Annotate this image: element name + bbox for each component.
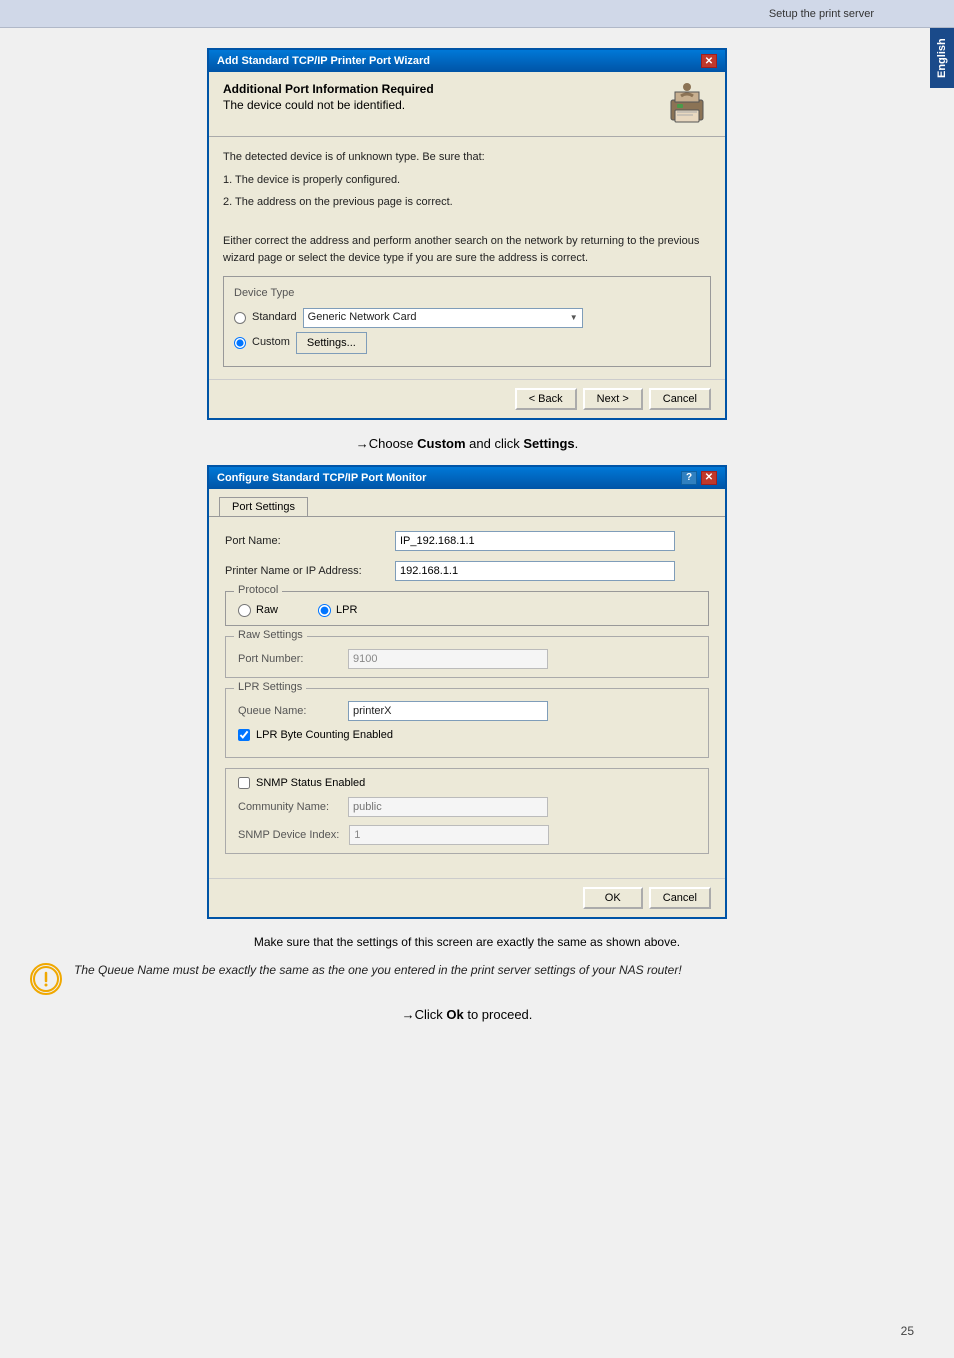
next-button[interactable]: Next > [583,388,643,410]
wizard-title: Add Standard TCP/IP Printer Port Wizard [217,55,430,67]
wizard-body: The detected device is of unknown type. … [209,137,725,379]
wizard-body-para: Either correct the address and perform a… [223,233,711,266]
protocol-radio-group: Raw LPR [238,600,696,617]
snmp-enabled-row: SNMP Status Enabled [238,777,696,789]
lpr-radio-item: LPR [318,604,357,617]
config-footer: OK Cancel [209,878,725,917]
lpr-byte-counting-row: LPR Byte Counting Enabled [238,729,696,741]
queue-name-input[interactable] [348,701,548,721]
wizard-body-line3: 2. The address on the previous page is c… [223,194,711,211]
snmp-index-label: SNMP Device Index: [238,829,339,841]
port-number-input[interactable] [348,649,548,669]
snmp-index-input[interactable] [349,825,549,845]
queue-name-label: Queue Name: [238,705,338,717]
config-dialog: Configure Standard TCP/IP Port Monitor ?… [207,465,727,919]
device-type-section: Device Type Standard Generic Network Car… [223,276,711,367]
wizard-header-text: Additional Port Information Required The… [223,82,434,112]
arrow1-icon: → [356,436,369,451]
ok-button[interactable]: OK [583,887,643,909]
wizard-dialog: Add Standard TCP/IP Printer Port Wizard … [207,48,727,420]
wizard-titlebar: Add Standard TCP/IP Printer Port Wizard … [209,50,725,72]
custom-radio-row: Custom Settings... [234,332,700,354]
note-text: The Queue Name must be exactly the same … [74,961,682,979]
lpr-byte-counting-checkbox[interactable] [238,729,250,741]
device-type-label: Device Type [234,285,700,302]
lpr-settings-section: LPR Settings Queue Name: LPR Byte Counti… [225,688,709,758]
wizard-header-subtitle: The device could not be identified. [223,98,434,112]
note-icon [30,963,62,995]
protocol-section: Protocol Raw LPR [225,591,709,626]
lpr-settings-legend: LPR Settings [234,681,306,693]
raw-radio[interactable] [238,604,251,617]
instruction3: →Click Ok to proceed. [30,1007,904,1022]
config-body: Port Name: Printer Name or IP Address: P… [209,517,725,878]
community-name-row: Community Name: [238,797,696,817]
wizard-footer: < Back Next > Cancel [209,379,725,418]
side-tab: English [930,28,954,88]
printer-name-input[interactable] [395,561,675,581]
lpr-radio[interactable] [318,604,331,617]
port-number-label: Port Number: [238,653,338,665]
raw-settings-legend: Raw Settings [234,629,307,641]
snmp-enabled-checkbox[interactable] [238,777,250,789]
header-bar: Setup the print server [0,0,954,28]
lpr-byte-counting-label: LPR Byte Counting Enabled [256,729,393,741]
cancel-button[interactable]: Cancel [649,388,711,410]
snmp-section: SNMP Status Enabled Community Name: SNMP… [225,768,709,854]
raw-radio-item: Raw [238,604,278,617]
printer-name-label: Printer Name or IP Address: [225,565,385,577]
arrow3-icon: → [402,1007,415,1022]
queue-name-row: Queue Name: [238,701,696,721]
lpr-label: LPR [336,604,357,616]
config-close-button[interactable]: ✕ [701,471,717,485]
ok-bold: Ok [446,1007,463,1022]
settings-button[interactable]: Settings... [296,332,367,354]
port-number-row: Port Number: [238,649,696,669]
protocol-legend: Protocol [234,584,282,596]
port-name-input[interactable] [395,531,675,551]
wizard-body-line1: The detected device is of unknown type. … [223,149,711,166]
custom-radio[interactable] [234,337,246,349]
community-name-input[interactable] [348,797,548,817]
wizard-header-title: Additional Port Information Required [223,82,434,96]
config-title: Configure Standard TCP/IP Port Monitor [217,472,426,484]
wizard-printer-icon [663,82,711,130]
snmp-index-row: SNMP Device Index: [238,825,696,845]
config-titlebar: Configure Standard TCP/IP Port Monitor ?… [209,467,725,489]
standard-radio[interactable] [234,312,246,324]
custom-bold: Custom [417,436,465,451]
community-name-label: Community Name: [238,801,338,813]
config-cancel-button[interactable]: Cancel [649,887,711,909]
settings-bold: Settings [523,436,574,451]
snmp-enabled-label: SNMP Status Enabled [256,777,365,789]
combo-value: Generic Network Card [308,309,417,326]
config-help-button[interactable]: ? [681,471,697,485]
device-type-combo[interactable]: Generic Network Card ▼ [303,308,583,328]
instruction2: Make sure that the settings of this scre… [30,935,904,949]
printer-name-row: Printer Name or IP Address: [225,561,709,581]
wizard-close-button[interactable]: ✕ [701,54,717,68]
instruction1: →Choose Custom and click Settings. [30,436,904,451]
main-content: Add Standard TCP/IP Printer Port Wizard … [0,28,954,1052]
header-title: Setup the print server [769,8,874,20]
note-row: The Queue Name must be exactly the same … [30,961,904,995]
port-name-row: Port Name: [225,531,709,551]
raw-label: Raw [256,604,278,616]
standard-label: Standard [252,309,297,326]
standard-radio-row: Standard Generic Network Card ▼ [234,308,700,328]
custom-label: Custom [252,334,290,351]
raw-settings-section: Raw Settings Port Number: [225,636,709,678]
port-name-label: Port Name: [225,535,385,547]
back-button[interactable]: < Back [515,388,577,410]
wizard-body-line2: 1. The device is properly configured. [223,172,711,189]
port-settings-tab[interactable]: Port Settings [219,497,308,516]
tab-bar: Port Settings [209,489,725,517]
combo-arrow-icon: ▼ [570,312,578,324]
wizard-header: Additional Port Information Required The… [209,72,725,137]
page-number: 25 [901,1324,914,1338]
